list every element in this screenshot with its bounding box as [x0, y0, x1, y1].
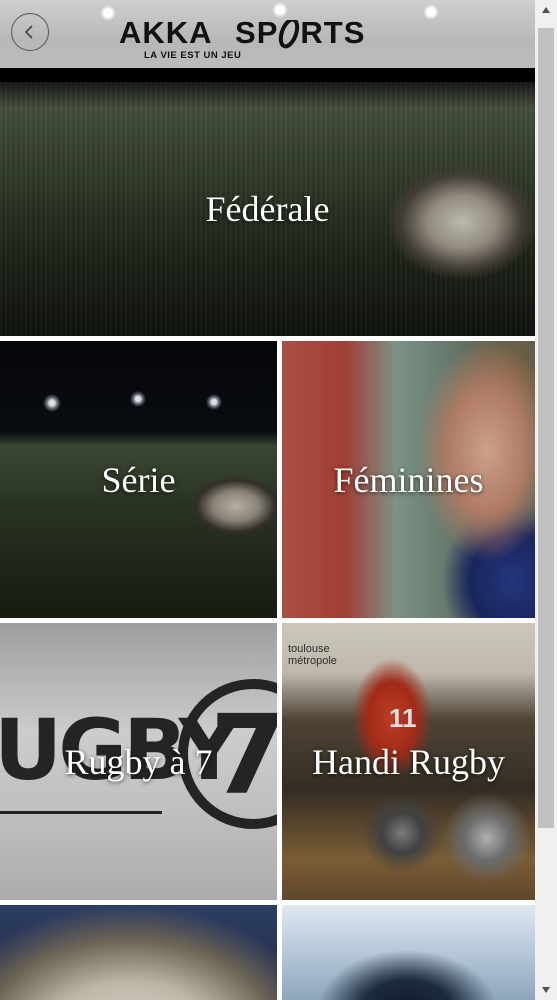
- category-tile-partial-right[interactable]: [282, 905, 535, 1000]
- brand-word-sports-start: SP: [235, 15, 279, 50]
- scrollbar-thumb[interactable]: [538, 28, 554, 828]
- stadium-light-decoration: [423, 4, 439, 20]
- tile-label: Handi Rugby: [312, 741, 505, 782]
- app-header: AKKA SP RTS LA VIE EST UN JEU: [0, 0, 535, 69]
- brand-word-akka: AKKA: [119, 15, 212, 50]
- brand-word-sports-end: RTS: [300, 15, 366, 50]
- camera-lens-photo: [282, 905, 535, 1000]
- worn-rugby-ball-photo: [0, 905, 277, 1000]
- chevron-left-icon: [24, 25, 33, 39]
- back-button[interactable]: [11, 13, 49, 51]
- brand-tagline: LA VIE EST UN JEU: [144, 50, 242, 61]
- category-tile-federale[interactable]: Fédérale: [0, 82, 535, 336]
- category-tile-handi-rugby[interactable]: toulouse métropole 11 Handi Rugby: [282, 623, 535, 900]
- category-tile-serie[interactable]: Série: [0, 341, 277, 618]
- scroll-up-arrow-icon[interactable]: [535, 1, 557, 19]
- tile-label: Fédérale: [205, 189, 330, 229]
- tile-label: Rugby à 7: [64, 741, 213, 782]
- category-tile-rugby-a-7[interactable]: UGBY 7 Rugby à 7: [0, 623, 277, 900]
- stadium-light-decoration: [100, 5, 116, 21]
- category-tile-feminines[interactable]: Féminines: [282, 341, 535, 618]
- category-tile-partial-left[interactable]: [0, 905, 277, 1000]
- scroll-down-arrow-icon[interactable]: [535, 981, 557, 999]
- brand-logo: AKKA SP RTS LA VIE EST UN JEU: [119, 16, 414, 64]
- tile-label: Féminines: [333, 459, 484, 500]
- rugby-ball-logo-icon: [278, 16, 300, 50]
- brand-name: AKKA SP RTS: [119, 16, 414, 50]
- header-shadow-bar: [0, 68, 535, 82]
- tile-label: Série: [101, 459, 176, 500]
